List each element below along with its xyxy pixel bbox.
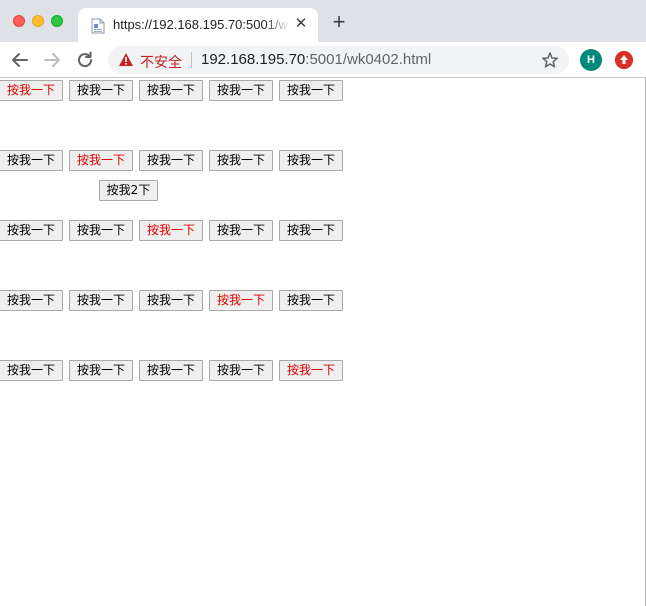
browser-tab[interactable]: https://192.168.195.70:5001/wk0402.html …: [78, 8, 318, 42]
window-close-button[interactable]: [13, 15, 25, 27]
tab-close-icon[interactable]: ✕: [293, 16, 309, 32]
press-button[interactable]: 按我一下: [69, 80, 133, 101]
press-button[interactable]: 按我一下: [139, 80, 203, 101]
url-host: 192.168.195.70: [201, 51, 306, 68]
tab-title-fade: [264, 14, 290, 36]
press-button[interactable]: 按我一下: [69, 360, 133, 381]
reload-icon[interactable]: [74, 49, 96, 71]
tab-strip: https://192.168.195.70:5001/wk0402.html …: [0, 0, 646, 42]
forward-arrow-icon[interactable]: [41, 49, 63, 71]
press-button[interactable]: 按我一下: [69, 150, 133, 171]
press-button[interactable]: 按我一下: [279, 220, 343, 241]
address-bar[interactable]: 不安全 192.168.195.70:5001/wk0402.html: [108, 46, 569, 74]
press-button[interactable]: 按我一下: [139, 290, 203, 311]
not-secure-label[interactable]: 不安全: [140, 52, 182, 72]
browser-window: https://192.168.195.70:5001/wk0402.html …: [0, 0, 646, 606]
press-button[interactable]: 按我一下: [69, 290, 133, 311]
back-arrow-icon[interactable]: [9, 49, 31, 71]
press-button[interactable]: 按我一下: [0, 290, 63, 311]
browser-toolbar: 不安全 192.168.195.70:5001/wk0402.html: [0, 42, 646, 78]
press-button[interactable]: 按我一下: [279, 360, 343, 381]
press-button[interactable]: 按我一下: [279, 290, 343, 311]
bookmark-star-icon[interactable]: [541, 51, 559, 69]
press-button[interactable]: 按我一下: [209, 290, 273, 311]
url-text[interactable]: 192.168.195.70:5001/wk0402.html: [201, 51, 431, 68]
press-button[interactable]: 按我一下: [69, 220, 133, 241]
press-button[interactable]: 按我一下: [0, 150, 63, 171]
window-maximize-button[interactable]: [51, 15, 63, 27]
extension-icon[interactable]: [615, 51, 633, 69]
press-button[interactable]: 按我一下: [139, 150, 203, 171]
page-content: 按我一下 按我一下 按我一下 按我一下 按我一下 按我一下 按我一下 按我一下 按我一下 按我一下…: [0, 79, 645, 606]
press-button[interactable]: 按我一下: [139, 220, 203, 241]
press-twice-button[interactable]: 按我2下: [99, 180, 158, 201]
press-button[interactable]: 按我一下: [0, 80, 63, 101]
url-path: :5001/wk0402.html: [305, 51, 432, 68]
press-button[interactable]: 按我一下: [279, 80, 343, 101]
window-minimize-button[interactable]: [32, 15, 44, 27]
warning-triangle-icon[interactable]: [118, 52, 134, 67]
omnibox-divider: [191, 52, 192, 68]
press-button[interactable]: 按我一下: [0, 220, 63, 241]
press-button[interactable]: 按我一下: [209, 220, 273, 241]
press-button[interactable]: 按我一下: [209, 150, 273, 171]
profile-avatar[interactable]: H: [580, 49, 602, 71]
press-button[interactable]: 按我一下: [209, 360, 273, 381]
press-button[interactable]: 按我一下: [0, 360, 63, 381]
press-button[interactable]: 按我一下: [279, 150, 343, 171]
new-tab-button[interactable]: +: [329, 11, 349, 33]
press-button[interactable]: 按我一下: [209, 80, 273, 101]
page-favicon-icon: [91, 18, 105, 34]
tab-title: https://192.168.195.70:5001/wk0402.html: [113, 17, 289, 32]
press-button[interactable]: 按我一下: [139, 360, 203, 381]
